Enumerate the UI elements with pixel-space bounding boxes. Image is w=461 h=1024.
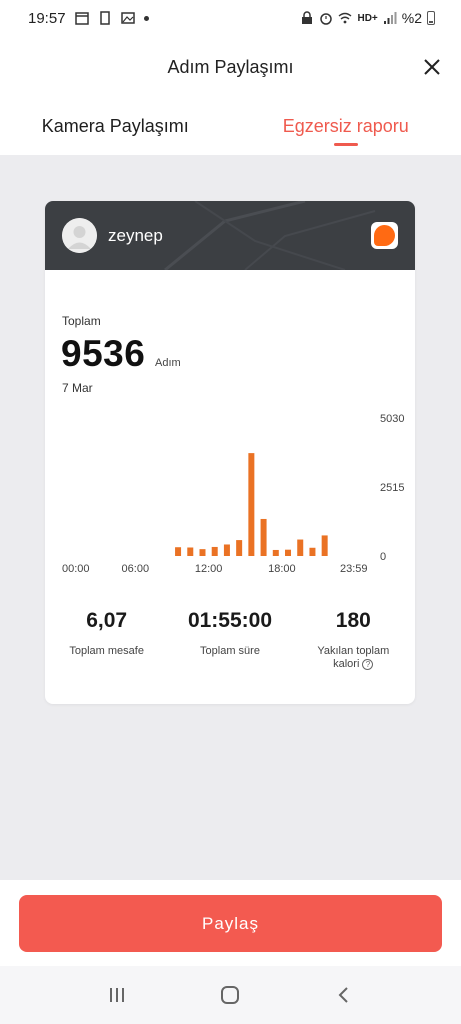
close-icon bbox=[424, 59, 440, 75]
notification-dot-icon bbox=[143, 15, 149, 21]
chart-bar bbox=[285, 549, 292, 556]
app-logo-icon bbox=[374, 225, 395, 246]
wifi-icon bbox=[339, 12, 352, 24]
x-tick-label: 23:59 bbox=[340, 563, 368, 575]
share-button[interactable]: Paylaş bbox=[19, 895, 442, 952]
chart-bar bbox=[260, 518, 267, 556]
recent-apps-icon bbox=[109, 988, 124, 1002]
user-avatar-icon bbox=[62, 218, 97, 253]
chart-bar bbox=[175, 547, 182, 556]
home-icon bbox=[221, 986, 240, 1004]
share-tabs: Kamera Paylaşımı Egzersiz raporu bbox=[0, 98, 461, 154]
status-bar: 19:57 HD+ %2 bbox=[0, 0, 461, 36]
report-card: zeynep Toplam 9536 Adım 7 Mar 5030 2515 0 0… bbox=[45, 201, 415, 704]
chart-bar bbox=[272, 549, 279, 556]
tab-camera-share-label: Kamera Paylaşımı bbox=[41, 115, 189, 136]
stat-distance: 6,07 Toplam mesafe bbox=[45, 609, 168, 689]
page-title: Adım Paylaşımı bbox=[167, 56, 294, 77]
steps-chart-svg: 5030 2515 0 00:00 06:00 12:00 18:00 23:59 bbox=[62, 413, 404, 575]
recent-apps-button[interactable] bbox=[97, 975, 137, 1015]
bottom-action-area: Paylaş bbox=[0, 880, 461, 966]
stat-distance-label: Toplam mesafe bbox=[69, 645, 144, 657]
y-tick-label: 5030 bbox=[380, 413, 404, 425]
app-logo bbox=[371, 222, 398, 249]
chart-bar bbox=[211, 546, 218, 556]
stat-duration-label: Toplam süre bbox=[200, 645, 260, 657]
username: zeynep bbox=[108, 226, 163, 245]
report-date: 7 Mar bbox=[62, 381, 93, 395]
map-pattern-decoration bbox=[164, 201, 376, 270]
status-right: HD+ %2 bbox=[300, 10, 435, 26]
status-time: 19:57 bbox=[28, 9, 66, 27]
chart-bar bbox=[297, 539, 304, 556]
stat-calories-value: 180 bbox=[335, 609, 371, 632]
lock-icon bbox=[302, 11, 313, 24]
signal-icon bbox=[383, 12, 397, 24]
stat-duration-value: 01:55:00 bbox=[187, 609, 273, 632]
battery-percent: %2 bbox=[401, 10, 422, 26]
chart-bar bbox=[187, 547, 194, 556]
system-nav-bar bbox=[0, 966, 461, 1024]
chart-bar bbox=[309, 547, 316, 556]
y-tick-label: 0 bbox=[380, 551, 386, 563]
tab-camera-share[interactable]: Kamera Paylaşımı bbox=[0, 98, 231, 154]
alarm-icon bbox=[320, 13, 333, 25]
total-label: Toplam bbox=[62, 314, 101, 328]
back-icon bbox=[338, 987, 348, 1003]
chart-bar bbox=[321, 535, 328, 556]
gallery-icon bbox=[120, 12, 135, 24]
x-tick-label: 00:00 bbox=[62, 563, 90, 575]
status-left: 19:57 bbox=[28, 10, 149, 27]
x-tick-label: 06:00 bbox=[122, 563, 150, 575]
chart-bar bbox=[236, 540, 243, 556]
close-button[interactable] bbox=[417, 52, 447, 82]
chart-bar bbox=[248, 453, 255, 556]
chart-bar bbox=[199, 549, 206, 556]
calendar-icon bbox=[74, 12, 89, 25]
tab-exercise-report[interactable]: Egzersiz raporu bbox=[231, 98, 461, 154]
home-button[interactable] bbox=[210, 975, 250, 1015]
preview-area: zeynep Toplam 9536 Adım 7 Mar 5030 2515 0 0… bbox=[0, 155, 461, 880]
total-steps-value: 9536 bbox=[61, 333, 146, 374]
tab-exercise-report-label: Egzersiz raporu bbox=[282, 115, 409, 136]
x-tick-label: 12:00 bbox=[195, 563, 223, 575]
x-tick-label: 18:00 bbox=[268, 563, 296, 575]
y-tick-label: 2515 bbox=[380, 482, 404, 494]
chart-bar bbox=[223, 544, 230, 556]
summary-stats: 6,07 Toplam mesafe 01:55:00 Toplam süre … bbox=[45, 609, 415, 689]
stat-calories-label: Yakılan toplam kalori ? bbox=[303, 645, 403, 671]
avatar bbox=[62, 218, 97, 253]
top-header: Adım Paylaşımı bbox=[0, 36, 461, 98]
help-icon[interactable]: ? bbox=[362, 658, 374, 670]
card-header: zeynep bbox=[45, 201, 415, 270]
battery-icon bbox=[427, 11, 435, 25]
stat-duration: 01:55:00 Toplam süre bbox=[168, 609, 291, 689]
active-tab-indicator bbox=[333, 143, 358, 146]
network-type: HD+ bbox=[357, 12, 378, 24]
clipboard-icon bbox=[99, 11, 110, 25]
stat-calories-label-text: Yakılan toplam kalori bbox=[317, 645, 390, 670]
back-button[interactable] bbox=[324, 975, 364, 1015]
total-steps-unit: Adım bbox=[155, 357, 181, 369]
stat-distance-value: 6,07 bbox=[86, 609, 128, 632]
stat-calories: 180 Yakılan toplam kalori ? bbox=[292, 609, 415, 689]
steps-chart: 5030 2515 0 00:00 06:00 12:00 18:00 23:59 bbox=[45, 406, 415, 586]
